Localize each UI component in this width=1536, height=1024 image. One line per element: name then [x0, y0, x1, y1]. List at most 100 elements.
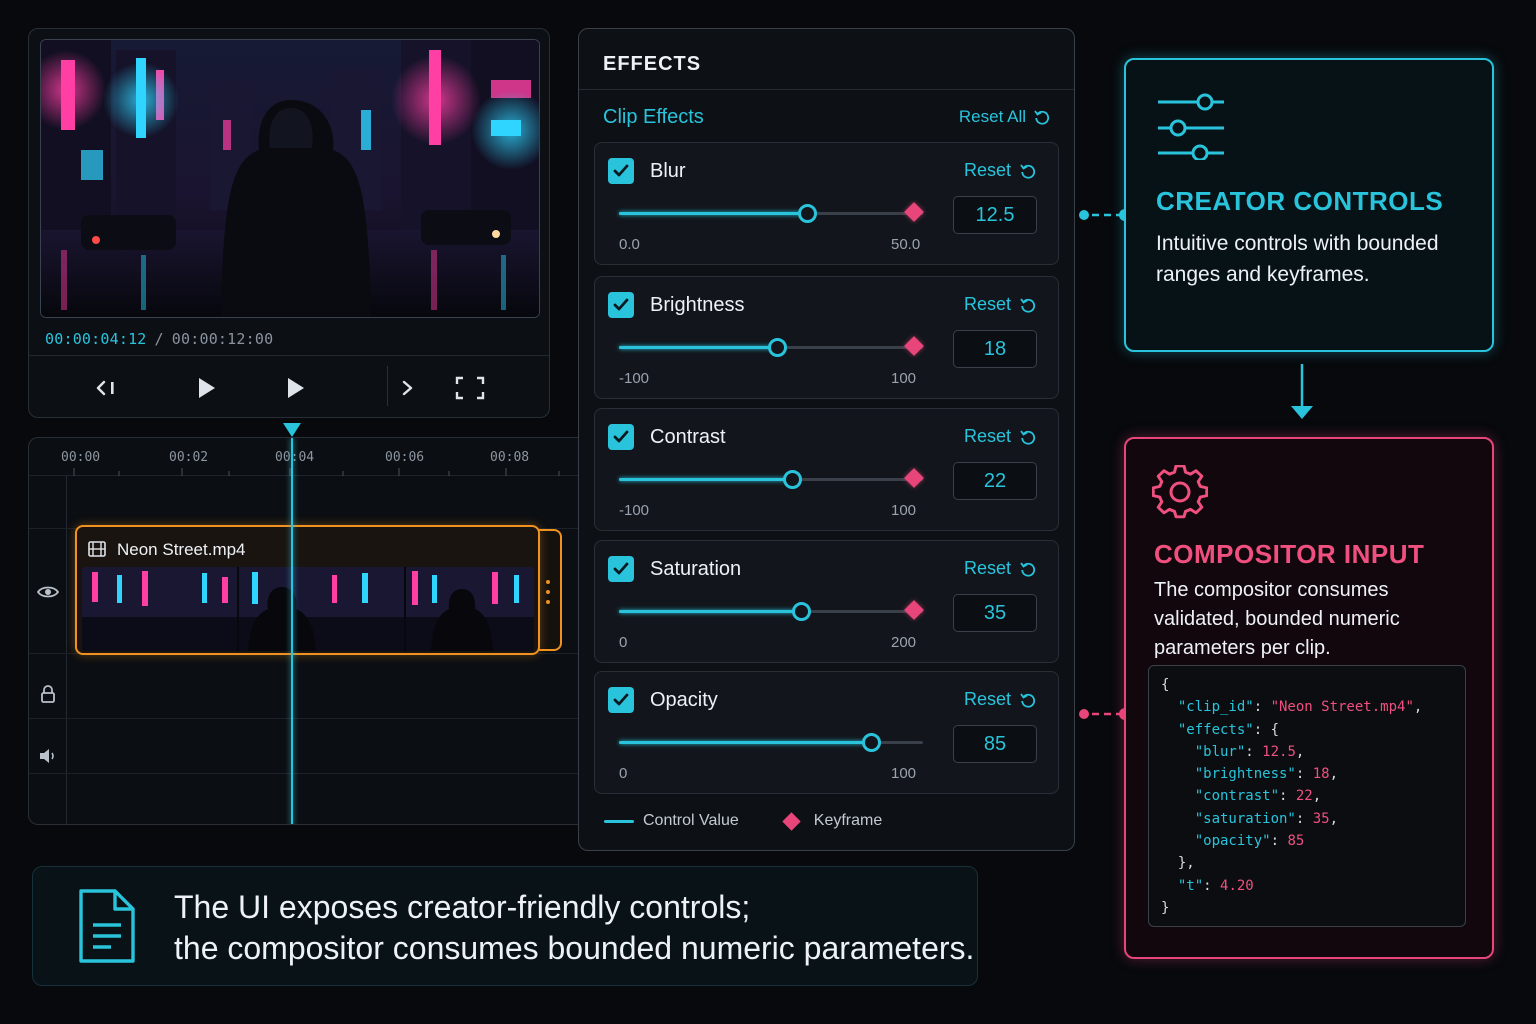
json-key: "blur" — [1194, 743, 1246, 760]
reset-all-label: Reset All — [958, 107, 1026, 126]
slider-fill — [619, 478, 793, 481]
audio-toggle[interactable] — [37, 745, 59, 767]
effect-enable-checkbox[interactable] — [608, 292, 634, 318]
slider-min-label: 0 — [619, 765, 628, 782]
slider-knob[interactable] — [792, 602, 812, 621]
reset-all-button[interactable]: Reset All — [959, 107, 1050, 127]
effect-slider[interactable] — [619, 204, 923, 223]
effect-slider[interactable] — [619, 338, 923, 357]
effect-reset-button[interactable]: Reset — [964, 426, 1036, 447]
slider-min-label: -100 — [619, 502, 650, 519]
caption-text: The UI exposes creator-friendly controls… — [174, 887, 974, 969]
play-button-secondary[interactable] — [277, 370, 313, 406]
json-key: "t" — [1177, 877, 1204, 894]
effect-name: Opacity — [650, 689, 718, 711]
creator-description: Intuitive controls with bounded ranges a… — [1156, 232, 1439, 286]
effect-enable-checkbox[interactable] — [608, 424, 634, 450]
effect-value-input[interactable]: 18 — [953, 330, 1037, 368]
creator-controls-card: CREATOR CONTROLS Intuitive controls with… — [1124, 58, 1494, 352]
effect-enable-checkbox[interactable] — [608, 687, 634, 713]
playhead-handle-icon[interactable] — [281, 421, 303, 439]
legend-value-swatch — [604, 819, 634, 823]
timecode: 00:00:04:12 / 00:00:12:00 — [45, 330, 273, 348]
timeline-clip[interactable]: Neon Street.mp4 — [75, 525, 540, 655]
effect-value-input[interactable]: 35 — [953, 594, 1037, 632]
timecode-total: 00:00:12:00 — [171, 330, 274, 348]
clip-trim-handle[interactable] — [538, 529, 562, 651]
track-divider — [29, 773, 588, 774]
track-divider — [29, 718, 588, 719]
slider-min-label: 0.0 — [619, 236, 640, 253]
visibility-toggle[interactable] — [37, 581, 59, 603]
json-key: "saturation" — [1194, 810, 1296, 827]
effect-card-blur: Blur Reset 0.0 50.0 12.5 — [594, 142, 1059, 265]
slider-fill — [619, 741, 872, 744]
fullscreen-icon — [455, 376, 485, 400]
section-label: Clip Effects — [603, 106, 704, 128]
slider-knob[interactable] — [768, 338, 788, 357]
effect-card-saturation: Saturation Reset 0 200 35 — [594, 540, 1059, 663]
eye-icon — [37, 586, 59, 598]
effect-value-input[interactable]: 85 — [953, 725, 1037, 763]
reset-icon — [1020, 429, 1036, 445]
slider-max-label: 100 — [891, 502, 917, 519]
json-key: "brightness" — [1194, 766, 1296, 783]
json-close: } — [1161, 899, 1170, 916]
legend-value-label: Control Value — [643, 812, 739, 829]
json-value: 4.20 — [1220, 877, 1254, 894]
reset-label: Reset — [963, 558, 1011, 578]
transport-controls — [29, 355, 549, 417]
time-ruler[interactable]: 00:00 00:02 00:04 00:06 00:08 — [29, 438, 588, 476]
play-button[interactable] — [188, 370, 224, 406]
effect-reset-button[interactable]: Reset — [964, 558, 1036, 579]
ruler-ticks — [73, 468, 560, 476]
fullscreen-button[interactable] — [452, 370, 488, 406]
step-forward-button[interactable] — [390, 370, 426, 406]
effect-reset-button[interactable]: Reset — [964, 160, 1036, 181]
effect-name: Saturation — [650, 558, 742, 580]
video-preview[interactable] — [40, 39, 540, 318]
keyframe-icon[interactable] — [904, 600, 924, 620]
json-value: 35 — [1312, 810, 1330, 827]
slider-fill — [619, 212, 808, 215]
creator-title: CREATOR CONTROLS — [1156, 186, 1444, 216]
effect-card-brightness: Brightness Reset -100 100 18 — [594, 276, 1059, 399]
header-divider — [579, 89, 1074, 90]
keyframe-icon[interactable] — [904, 202, 924, 222]
reset-label: Reset — [963, 426, 1011, 446]
effect-slider[interactable] — [619, 470, 923, 489]
lock-toggle[interactable] — [37, 683, 59, 705]
sliders-icon — [1158, 93, 1224, 160]
effect-enable-checkbox[interactable] — [608, 556, 634, 582]
slider-max-label: 100 — [891, 765, 917, 782]
reset-icon — [1020, 297, 1036, 313]
reset-icon — [1020, 561, 1036, 577]
effect-value-input[interactable]: 22 — [953, 462, 1037, 500]
checkmark-icon — [613, 430, 629, 443]
checkmark-icon — [613, 562, 629, 575]
effect-slider[interactable] — [619, 602, 923, 621]
json-value: 85 — [1287, 833, 1305, 850]
speaker-icon — [40, 749, 54, 763]
effect-reset-button[interactable]: Reset — [964, 294, 1036, 315]
slider-knob[interactable] — [798, 204, 818, 223]
keyframe-icon[interactable] — [904, 336, 924, 356]
effect-reset-button[interactable]: Reset — [964, 689, 1036, 710]
drag-dots-icon — [546, 580, 550, 604]
playhead[interactable] — [291, 438, 293, 824]
gear-icon — [1152, 465, 1208, 519]
slider-knob[interactable] — [862, 733, 882, 752]
effect-value-input[interactable]: 12.5 — [953, 196, 1037, 234]
step-back-button[interactable] — [89, 370, 125, 406]
slider-knob[interactable] — [783, 470, 803, 489]
compositor-input-card: COMPOSITOR INPUT The compositor consumes… — [1124, 437, 1494, 959]
checkmark-icon — [613, 693, 629, 706]
effect-slider[interactable] — [619, 733, 923, 752]
reset-label: Reset — [963, 689, 1011, 709]
json-key: "effects" — [1177, 721, 1254, 738]
keyframe-icon — [782, 811, 801, 831]
slider-min-label: -100 — [619, 370, 650, 387]
effect-enable-checkbox[interactable] — [608, 158, 634, 184]
caption-banner: The UI exposes creator-friendly controls… — [32, 866, 978, 986]
keyframe-icon[interactable] — [904, 468, 924, 488]
